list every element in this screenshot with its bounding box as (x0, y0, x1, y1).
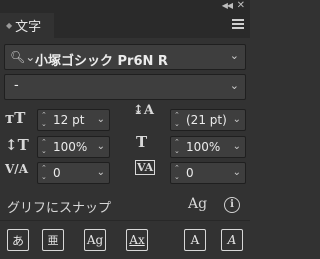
snap-glyph-bounds-button[interactable]: Ag (84, 229, 106, 251)
panel-menu-icon[interactable] (232, 19, 244, 29)
font-style-value: - (14, 78, 19, 93)
font-size-icon: ᴛT (5, 109, 26, 127)
font-family-select[interactable]: 🔍︎⌄ 小塚ゴシック Pr6N R ⌄ (4, 44, 246, 70)
tab-label: 文字 (15, 20, 42, 35)
stepper-icon[interactable]: ⌃ ⌄ (41, 138, 47, 156)
chevron-down-icon[interactable]: ⌄ (233, 114, 241, 125)
snap-proximity-guides-button[interactable]: A (184, 229, 206, 251)
kerning-value: 0 (53, 166, 61, 180)
tracking-field[interactable]: ⌃ ⌄ 0 ⌄ (170, 162, 246, 184)
vertical-scale-value: 100% (53, 140, 88, 154)
font-style-select[interactable]: - ⌄ (4, 74, 246, 100)
horizontal-scale-field[interactable]: ⌃ ⌄ 100% ⌄ (170, 136, 246, 158)
stepper-icon[interactable]: ⌃ ⌄ (41, 164, 47, 182)
chevron-down-icon[interactable]: ⌄ (230, 79, 239, 92)
collapse-icon[interactable]: ◀◀ (222, 1, 233, 10)
kerning-icon: V/A (5, 162, 29, 176)
chevron-down-icon[interactable]: ⌄ (97, 114, 105, 125)
leading-value: (21 pt) (186, 113, 227, 127)
kerning-field[interactable]: ⌃ ⌄ 0 ⌄ (37, 162, 110, 184)
tracking-value: 0 (186, 166, 194, 180)
font-family-value: 小塚ゴシック Pr6N R (35, 54, 168, 69)
snap-angular-guides-button[interactable]: A (221, 229, 243, 251)
snap-em-box-button[interactable]: 亜 (42, 229, 64, 251)
close-icon[interactable]: ✕ (237, 0, 245, 11)
leading-icon: ↨A (133, 103, 154, 118)
font-size-value: 12 pt (53, 113, 85, 127)
chevron-down-icon[interactable]: ⌄ (233, 167, 241, 178)
snap-to-glyph-label: グリフにスナップ (7, 201, 112, 216)
stepper-icon[interactable]: ⌃ ⌄ (174, 164, 180, 182)
tracking-icon: VA (135, 160, 156, 175)
info-icon[interactable]: i (224, 197, 240, 213)
divider (0, 220, 250, 221)
snap-x-height-button[interactable]: Ax (126, 229, 148, 251)
horizontal-scale-icon: T (136, 133, 148, 151)
stepper-icon[interactable]: ⌃ ⌄ (174, 138, 180, 156)
vertical-scale-icon: ↕T (5, 136, 29, 154)
tab-character[interactable]: ◆ 文字 (0, 13, 54, 38)
font-size-field[interactable]: ⌃ ⌄ 12 pt ⌄ (37, 109, 110, 131)
panel-titlebar: ◀◀ ✕ (0, 0, 250, 13)
search-icon[interactable]: 🔍︎⌄ (10, 50, 35, 64)
tab-bar: ◆ 文字 (0, 13, 250, 38)
stepper-icon[interactable]: ⌃ ⌄ (41, 111, 47, 129)
grip-icon: ◆ (6, 21, 13, 30)
horizontal-scale-value: 100% (186, 140, 221, 154)
chevron-down-icon[interactable]: ⌄ (230, 49, 239, 62)
snap-baseline-button[interactable]: あ (7, 229, 29, 251)
vertical-scale-field[interactable]: ⌃ ⌄ 100% ⌄ (37, 136, 110, 158)
chevron-down-icon[interactable]: ⌄ (233, 141, 241, 152)
leading-field[interactable]: ⌃ ⌄ (21 pt) ⌄ (170, 109, 246, 131)
chevron-down-icon[interactable]: ⌄ (97, 141, 105, 152)
chevron-down-icon[interactable]: ⌄ (97, 167, 105, 178)
stepper-icon[interactable]: ⌃ ⌄ (174, 111, 180, 129)
glyph-icon[interactable]: Ag (188, 196, 207, 212)
